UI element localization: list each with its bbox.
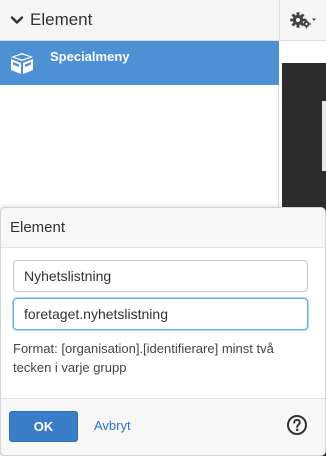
name-input[interactable] bbox=[13, 260, 308, 292]
dialog-header: Element bbox=[1, 208, 325, 248]
dialog-footer: OK Avbryt bbox=[1, 398, 325, 455]
sidebar-item-specialmeny[interactable]: Specialmeny bbox=[0, 41, 279, 85]
help-icon[interactable] bbox=[286, 414, 308, 436]
toolbar bbox=[279, 0, 326, 41]
format-help-text: Format: [organisation].[identifierare] m… bbox=[13, 341, 274, 375]
box-icon bbox=[11, 53, 33, 74]
cancel-link[interactable]: Avbryt bbox=[94, 418, 131, 433]
gear-icon[interactable] bbox=[288, 9, 318, 31]
dialog-body: Format: [organisation].[identifierare] m… bbox=[1, 248, 325, 377]
element-dialog: Element Format: [organisation].[identifi… bbox=[0, 207, 326, 456]
identifier-input[interactable] bbox=[13, 298, 308, 330]
sidebar-title: Element bbox=[30, 10, 93, 29]
sidebar-header[interactable]: Element bbox=[0, 0, 279, 41]
chevron-down-icon bbox=[10, 16, 24, 24]
dialog-title: Element bbox=[10, 219, 66, 236]
ok-button[interactable]: OK bbox=[9, 411, 78, 442]
preview-edge bbox=[322, 101, 326, 171]
sidebar-item-label: Specialmeny bbox=[50, 48, 130, 64]
